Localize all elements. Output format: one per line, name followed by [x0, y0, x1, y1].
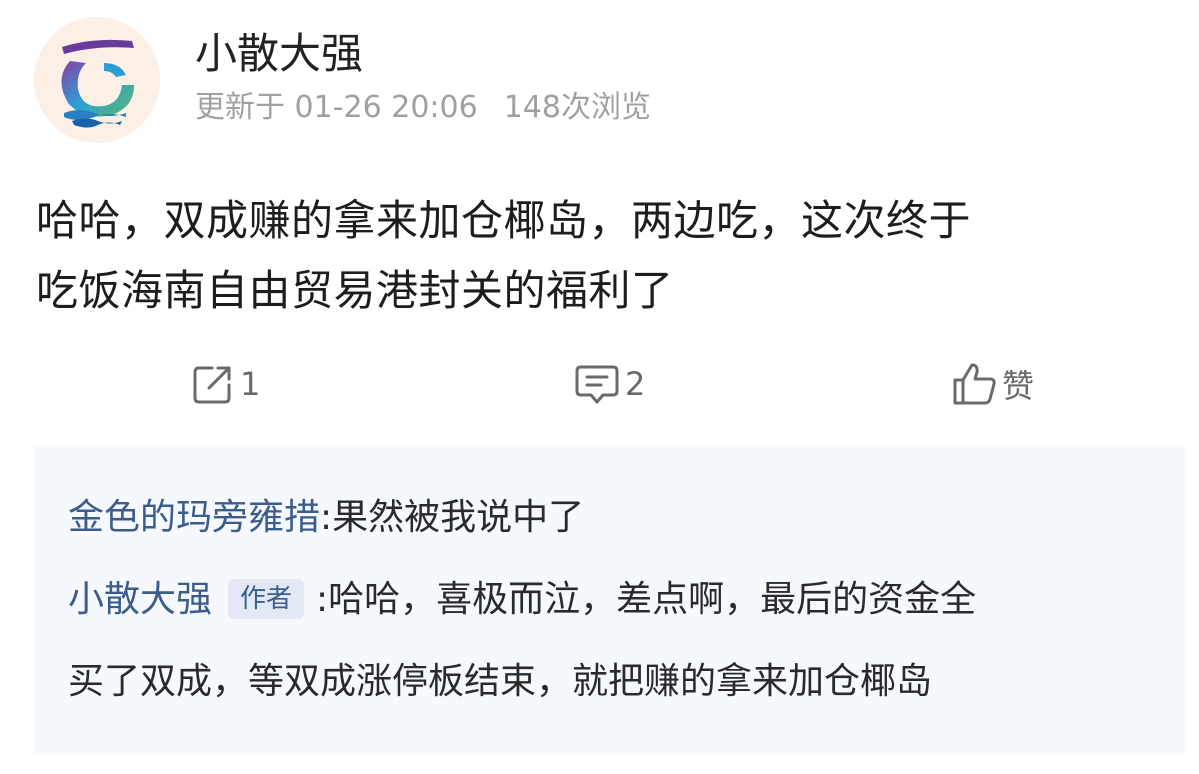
comment-separator: :	[316, 579, 329, 620]
comment-author[interactable]: 小散大强	[68, 579, 212, 620]
comments-panel: 金色的玛旁雍措:果然被我说中了 小散大强 作者:哈哈，喜极而泣，差点啊，最后的资金…	[34, 446, 1185, 754]
avatar[interactable]	[34, 17, 160, 143]
comment-author[interactable]: 金色的玛旁雍措	[68, 497, 320, 538]
comment-count: 2	[625, 365, 646, 403]
post-page: 小散大强 更新于 01-26 20:06 148次浏览 哈哈，双成赚的拿来加仓椰岛…	[0, 0, 1199, 774]
like-button[interactable]: 赞	[950, 356, 1034, 412]
post-content: 哈哈，双成赚的拿来加仓椰岛，两边吃，这次终于 吃饭海南自由贸易港封关的福利了	[36, 186, 1181, 326]
comment-text-continuation: 买了双成，等双成涨停板结束，就把赚的拿来加仓椰岛	[68, 661, 933, 702]
comment-item[interactable]: 小散大强 作者:哈哈，喜极而泣，差点啊，最后的资金全	[68, 576, 976, 624]
post-text-line: 哈哈，双成赚的拿来加仓椰岛，两边吃，这次终于	[36, 196, 972, 245]
thumbs-up-icon	[953, 363, 996, 405]
share-icon	[193, 366, 231, 404]
post-text-line: 吃饭海南自由贸易港封关的福利了	[36, 266, 674, 315]
comment-text: 哈哈，喜极而泣，差点啊，最后的资金全	[328, 579, 977, 620]
comment-item[interactable]: 金色的玛旁雍措:果然被我说中了	[68, 494, 584, 542]
repost-button[interactable]: 1	[190, 356, 260, 412]
author-badge: 作者	[228, 579, 305, 619]
comment-button[interactable]: 2	[573, 356, 645, 412]
update-time: 更新于 01-26 20:06	[195, 90, 478, 125]
username[interactable]: 小散大强	[195, 26, 363, 82]
comment-icon	[575, 365, 619, 404]
comment-text: 果然被我说中了	[332, 497, 585, 538]
avatar-logo-icon	[34, 17, 160, 143]
repost-count: 1	[240, 365, 261, 403]
like-label: 赞	[1002, 367, 1035, 405]
view-count: 148次浏览	[503, 90, 651, 125]
post-meta: 更新于 01-26 20:06 148次浏览	[195, 88, 651, 128]
comment-separator: :	[320, 497, 333, 538]
